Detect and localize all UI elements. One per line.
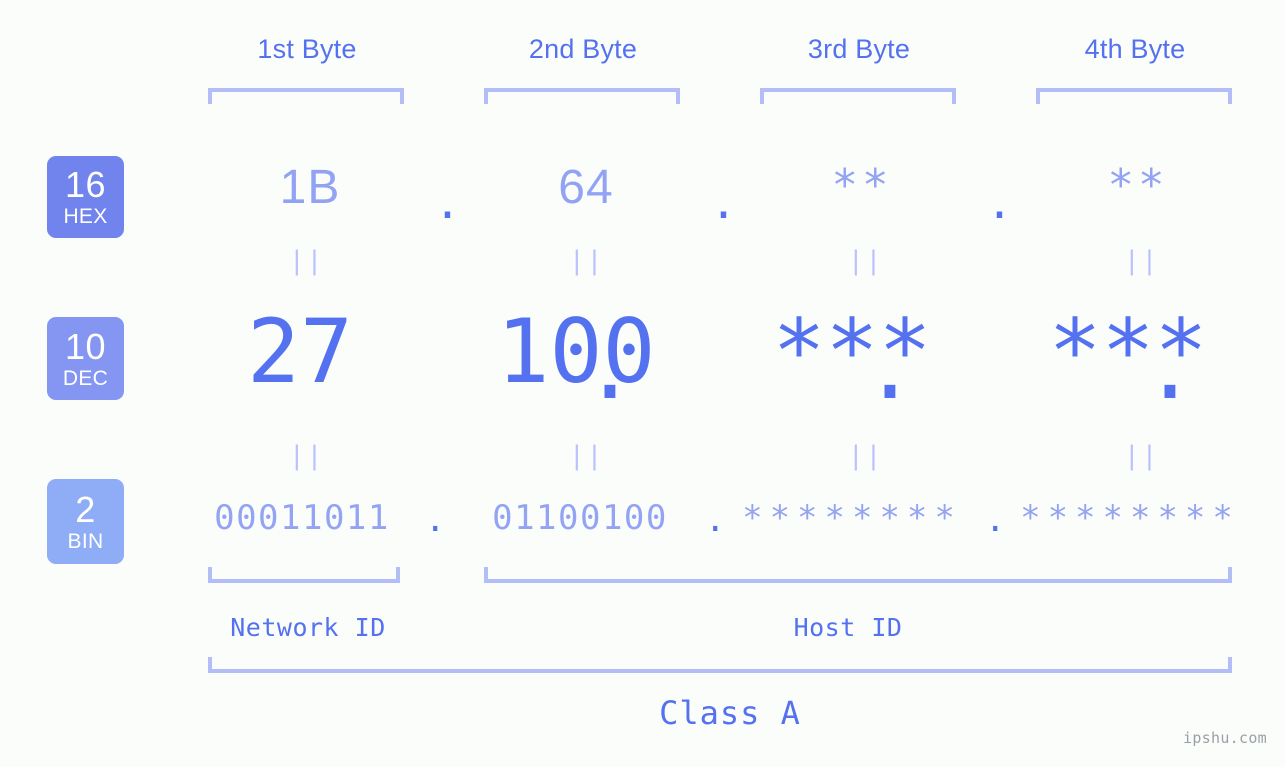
host-id-bracket	[484, 567, 1232, 583]
bin-byte-3: ********	[742, 498, 962, 538]
class-label: Class A	[659, 694, 801, 732]
class-bracket	[208, 657, 1232, 673]
dec-value-row: 27 . 100 . *** . ***	[180, 300, 1285, 420]
hex-separator-3: .	[986, 178, 1014, 229]
bin-value-row: 00011011 . 01100100 . ******** . *******…	[180, 498, 1285, 548]
radix-badge-bin[interactable]: 2 BIN	[47, 479, 124, 564]
site-watermark: ipshu.com	[1183, 729, 1267, 747]
hex-byte-1: 1B	[279, 161, 341, 214]
host-id-label: Host ID	[793, 613, 903, 642]
byte-bracket-4	[1036, 88, 1232, 104]
equals-connector-1: ||	[289, 246, 325, 276]
equals-connector-8: ||	[1124, 441, 1160, 471]
hex-separator-1: .	[434, 178, 462, 229]
radix-badge-dec-name: DEC	[62, 366, 109, 390]
radix-badge-bin-name: BIN	[67, 529, 104, 553]
bin-separator-1: .	[425, 500, 447, 540]
equals-connector-5: ||	[289, 441, 325, 471]
byte-header-2: 2nd Byte	[528, 34, 638, 64]
bin-separator-3: .	[985, 500, 1007, 540]
bin-separator-2: .	[705, 500, 727, 540]
byte-bracket-3	[760, 88, 956, 104]
network-id-label: Network ID	[230, 613, 386, 642]
radix-badge-bin-number: 2	[75, 488, 96, 530]
network-id-bracket	[208, 567, 400, 583]
radix-badge-dec-number: 10	[64, 325, 107, 367]
equals-connector-6: ||	[569, 441, 605, 471]
ip-address-breakdown-diagram: 1st Byte 2nd Byte 3rd Byte 4th Byte 16 H…	[0, 0, 1285, 767]
equals-connector-4: ||	[1124, 246, 1160, 276]
bin-byte-4: ********	[1020, 498, 1240, 538]
hex-separator-2: .	[710, 178, 738, 229]
hex-value-row: 1B . 64 . ** . **	[180, 160, 1285, 230]
radix-badge-hex[interactable]: 16 HEX	[47, 156, 124, 238]
hex-byte-4: **	[1107, 160, 1169, 211]
dec-byte-4: ***	[1048, 300, 1208, 403]
radix-badge-hex-number: 16	[64, 164, 107, 205]
radix-badge-hex-name: HEX	[63, 205, 108, 228]
dec-byte-2: 100	[496, 300, 656, 403]
dec-byte-3: ***	[772, 300, 932, 403]
hex-byte-3: **	[831, 160, 893, 211]
radix-badge-dec[interactable]: 10 DEC	[47, 317, 124, 400]
hex-byte-2: 64	[558, 161, 614, 214]
byte-header-4: 4th Byte	[1084, 34, 1186, 64]
equals-connector-7: ||	[848, 441, 884, 471]
dec-byte-1: 27	[247, 300, 353, 403]
byte-header-3: 3rd Byte	[807, 34, 911, 64]
byte-header-1: 1st Byte	[257, 34, 357, 64]
byte-bracket-1	[208, 88, 404, 104]
equals-connector-3: ||	[848, 246, 884, 276]
bin-byte-1: 00011011	[214, 498, 390, 538]
equals-connector-2: ||	[569, 246, 605, 276]
bin-byte-2: 01100100	[492, 498, 668, 538]
byte-bracket-2	[484, 88, 680, 104]
